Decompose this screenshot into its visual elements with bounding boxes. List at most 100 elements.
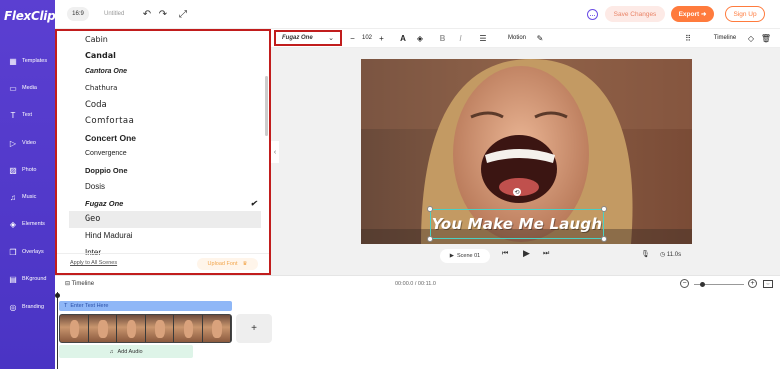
timeline-toggle[interactable]: Timeline (711, 32, 739, 44)
export-label: Export (678, 10, 700, 18)
timeline-label-text: Timeline (71, 281, 95, 287)
font-option-hovered[interactable]: Geo (69, 211, 261, 228)
redo-icon[interactable]: ↷ (157, 8, 169, 20)
apply-to-all-scenes-link[interactable]: Apply to All Scenes (70, 260, 117, 266)
skip-back-icon[interactable]: ⏮ (502, 250, 508, 258)
zoom-out-icon[interactable]: − (680, 279, 689, 288)
trash-icon[interactable]: 🗑 (761, 32, 771, 44)
align-icon[interactable]: ☰ (478, 32, 488, 44)
photo-icon: ▨ (9, 165, 17, 175)
font-option[interactable]: Hind Madurai (69, 228, 261, 244)
sidebar-item-background[interactable]: ▤ BKground (0, 269, 55, 289)
sidebar-item-video[interactable]: ▷ Video (0, 133, 55, 153)
sidebar-item-elements[interactable]: ◈ Elements (0, 214, 55, 234)
resize-handle[interactable] (601, 206, 607, 212)
text-overlay[interactable]: You Make Me Laugh (430, 209, 604, 239)
font-option-selected[interactable]: Fugaz One ✔ (69, 195, 261, 211)
sidebar-item-branding[interactable]: ◎ Branding (0, 297, 55, 317)
add-clip-button[interactable]: + (236, 314, 272, 343)
project-title[interactable]: Untitled (104, 11, 124, 17)
font-size-decrease-button[interactable]: − (348, 32, 357, 44)
sidebar-item-label: Templates (22, 58, 48, 64)
rotate-handle-icon[interactable]: ⟲ (513, 188, 521, 196)
chat-icon[interactable]: … (587, 9, 598, 20)
highlight-color-icon[interactable]: ◈ (415, 32, 425, 44)
scene-selector[interactable]: ▶ Scene 01 (440, 249, 490, 263)
upload-font-button[interactable]: Upload Font ♛ (197, 258, 258, 270)
font-panel-footer: Apply to All Scenes Upload Font ♛ (57, 253, 269, 273)
font-select[interactable]: Fugaz One ⌄ (274, 30, 342, 46)
sidebar-item-overlays[interactable]: ❒ Overlays (0, 242, 55, 262)
resize-handle[interactable] (427, 206, 433, 212)
music-note-icon: ♫ (109, 348, 114, 355)
microphone-icon[interactable]: 🎙 (641, 250, 650, 258)
export-button[interactable]: Export ➜ (671, 6, 714, 22)
font-option[interactable]: Dosis (69, 179, 261, 195)
sidebar-item-text[interactable]: T Text (0, 105, 55, 125)
sidebar-item-media[interactable]: ▭ Media (0, 78, 55, 98)
add-audio-label: Add Audio (117, 348, 143, 355)
playhead[interactable] (57, 292, 58, 369)
font-option[interactable]: Candal (69, 47, 261, 63)
undo-icon[interactable]: ↶ (141, 8, 153, 20)
branding-icon: ◎ (9, 302, 17, 312)
fullscreen-icon[interactable]: ⤢ (177, 8, 189, 20)
app-logo[interactable]: FlexClip (4, 9, 56, 23)
elements-icon: ◈ (9, 219, 17, 229)
timeline-icon: ⊟ (65, 281, 72, 287)
resize-handle[interactable] (601, 236, 607, 242)
layers-icon[interactable]: ◇ (746, 32, 756, 44)
text-icon: T (10, 110, 16, 120)
italic-icon[interactable]: I (456, 32, 465, 44)
clip-thumbnail (145, 315, 173, 342)
playhead-handle[interactable] (55, 293, 60, 298)
font-option[interactable]: Doppio One (69, 162, 261, 178)
font-option[interactable]: Coda (69, 97, 261, 113)
font-size-input[interactable]: 102 (359, 32, 375, 44)
font-dropdown-panel: Cabin Candal Cantora One Chathura Coda C… (55, 29, 271, 275)
skip-forward-icon[interactable]: ⏭ (543, 250, 549, 258)
font-option[interactable]: Comfortaa (69, 113, 261, 129)
text-color-icon[interactable]: A (398, 32, 408, 44)
edit-pen-icon[interactable]: ✎ (535, 32, 545, 44)
zoom-slider-knob[interactable] (700, 282, 705, 287)
video-preview[interactable]: ⟲ You Make Me Laugh (361, 59, 692, 244)
font-option[interactable]: Cantora One (69, 64, 261, 80)
sidebar-item-templates[interactable]: ▦ Templates (0, 51, 55, 71)
sidebar-item-label: Overlays (22, 249, 44, 255)
font-option[interactable]: Concert One (69, 129, 261, 145)
clip-thumbnail (117, 315, 145, 342)
clip-thumbnail (174, 315, 202, 342)
sidebar: FlexClip ▦ Templates ▭ Media T Text ▷ Vi… (0, 0, 56, 369)
text-track[interactable]: T Enter Text Here (59, 301, 232, 311)
font-size-increase-button[interactable]: + (377, 32, 386, 44)
sidebar-item-music[interactable]: ♫ Music (0, 187, 55, 207)
duration-value: 11.0s (666, 252, 682, 258)
clip-thumbnail (60, 315, 88, 342)
panel-scrollbar[interactable] (265, 76, 268, 136)
fit-timeline-icon[interactable]: ⇔ (763, 280, 773, 288)
sidebar-item-photo[interactable]: ▨ Photo (0, 160, 55, 180)
font-option[interactable]: Cabin (69, 31, 261, 47)
bold-icon[interactable]: B (438, 32, 447, 44)
zoom-in-icon[interactable]: + (748, 279, 757, 288)
sign-up-button[interactable]: Sign Up (725, 6, 765, 22)
font-option-label: Fugaz One (85, 198, 124, 208)
font-option[interactable]: Chathura (69, 80, 261, 96)
video-clip-track[interactable] (59, 314, 232, 343)
grid-icon[interactable]: ⠿ (683, 32, 693, 44)
sidebar-item-label: Elements (22, 221, 45, 227)
play-icon[interactable]: ▶ (523, 248, 530, 259)
collapse-panel-icon[interactable]: ‹ (271, 141, 279, 163)
templates-icon: ▦ (9, 56, 17, 66)
overlays-icon: ❒ (9, 247, 17, 257)
add-audio-button[interactable]: ♫ Add Audio (59, 345, 193, 358)
clip-thumbnail (88, 315, 116, 342)
aspect-ratio-button[interactable]: 16:9 (67, 7, 89, 21)
save-changes-button[interactable]: Save Changes (605, 6, 665, 22)
motion-button[interactable]: Motion (505, 32, 529, 44)
font-option[interactable]: Convergence (69, 146, 261, 162)
font-list[interactable]: Cabin Candal Cantora One Chathura Coda C… (69, 31, 261, 256)
resize-handle[interactable] (427, 236, 433, 242)
top-bar: 16:9 Untitled ↶ ↷ ⤢ … Save Changes Expor… (55, 0, 780, 29)
